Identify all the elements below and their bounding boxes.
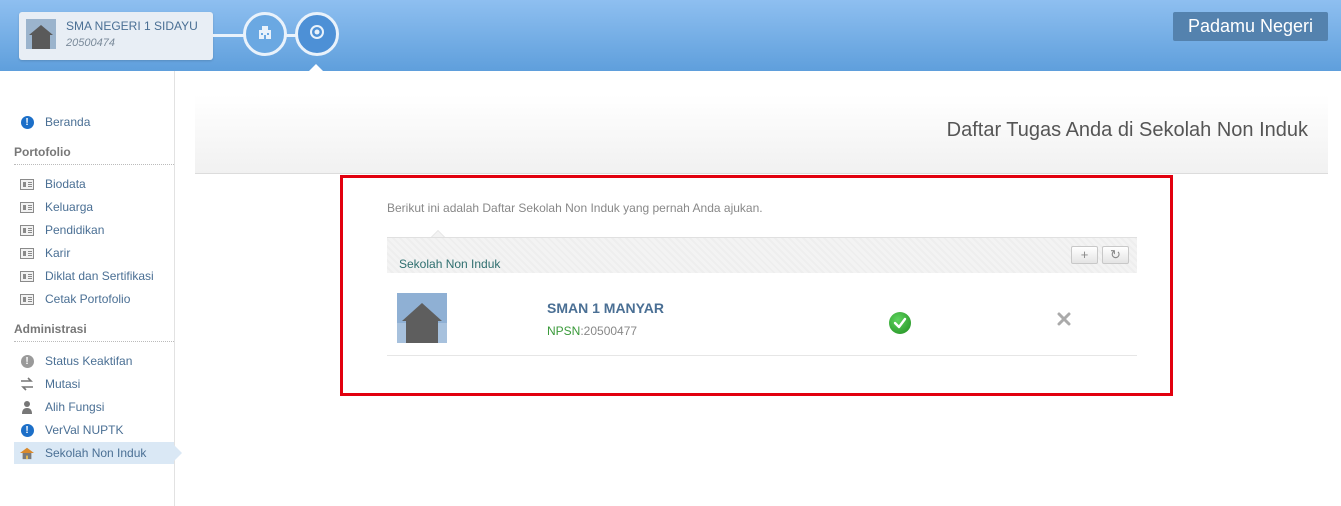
npsn-text: NPSN:20500477 (547, 324, 637, 338)
school-name: SMA NEGERI 1 SIDAYU (66, 19, 198, 33)
school-card[interactable]: SMA NEGERI 1 SIDAYU 20500474 (19, 12, 213, 60)
sidebar-item-label: Karir (45, 246, 71, 260)
list-toolbar: Sekolah Non Induk + ↻ (387, 237, 1137, 273)
sidebar-item-label: Beranda (45, 115, 91, 129)
sidebar-item-label: VerVal NUPTK (45, 423, 124, 437)
sidebar-item-diklat[interactable]: Diklat dan Sertifikasi (14, 265, 174, 287)
sidebar-item-status-keaktifan[interactable]: ! Status Keaktifan (14, 350, 174, 372)
sidebar-item-label: Diklat dan Sertifikasi (45, 269, 154, 283)
section-title-portofolio: Portofolio (14, 145, 174, 165)
school-house-icon (20, 446, 34, 460)
refresh-button[interactable]: ↻ (1102, 246, 1129, 264)
school-photo (397, 293, 447, 343)
step-emblem-button[interactable] (295, 12, 339, 56)
top-header: SMA NEGERI 1 SIDAYU 20500474 Padamu Nege… (0, 0, 1341, 72)
brand-logo[interactable]: Padamu Negeri (1173, 12, 1328, 41)
sidebar-item-keluarga[interactable]: Keluarga (14, 196, 174, 218)
id-card-icon (20, 223, 34, 237)
id-card-icon (20, 269, 34, 283)
intro-text: Berikut ini adalah Daftar Sekolah Non In… (387, 201, 763, 215)
school-name-link[interactable]: SMAN 1 MANYAR (547, 300, 664, 316)
section-title-administrasi: Administrasi (14, 322, 174, 342)
approved-check-icon (889, 312, 911, 334)
sidebar-item-alih-fungsi[interactable]: Alih Fungsi (14, 396, 174, 418)
info-icon: ! (20, 423, 34, 437)
close-icon (1057, 310, 1071, 330)
step-connector (213, 34, 245, 37)
delete-button[interactable] (1057, 310, 1071, 331)
transfer-icon (20, 377, 34, 391)
id-card-icon (20, 200, 34, 214)
id-card-icon (20, 292, 34, 306)
add-button[interactable]: + (1071, 246, 1098, 264)
school-code: 20500474 (66, 37, 115, 49)
sidebar-item-pendidikan[interactable]: Pendidikan (14, 219, 174, 241)
sidebar-item-label: Biodata (45, 177, 86, 191)
building-icon (257, 24, 273, 45)
sidebar-item-mutasi[interactable]: Mutasi (14, 373, 174, 395)
sidebar-item-label: Alih Fungsi (45, 400, 105, 414)
npsn-value: :20500477 (580, 324, 638, 338)
sidebar-item-label: Pendidikan (45, 223, 105, 237)
list-title: Sekolah Non Induk (399, 257, 501, 271)
person-icon (20, 400, 34, 414)
emblem-icon (309, 24, 325, 45)
id-card-icon (20, 246, 34, 260)
sidebar-item-biodata[interactable]: Biodata (14, 173, 174, 195)
sidebar-item-cetak-portofolio[interactable]: Cetak Portofolio (14, 288, 174, 310)
page-title: Daftar Tugas Anda di Sekolah Non Induk (946, 119, 1308, 141)
list-item: SMAN 1 MANYAR NPSN:20500477 (387, 273, 1137, 356)
sidebar-item-beranda[interactable]: ! Beranda (14, 111, 174, 133)
info-grey-icon: ! (20, 354, 34, 368)
sidebar-item-sekolah-non-induk[interactable]: Sekolah Non Induk (14, 442, 182, 464)
step-school-button[interactable] (243, 12, 287, 56)
school-photo (26, 19, 56, 49)
sidebar-item-label: Keluarga (45, 200, 94, 214)
npsn-label: NPSN (547, 324, 581, 338)
sidebar-item-karir[interactable]: Karir (14, 242, 174, 264)
sidebar-item-label: Sekolah Non Induk (45, 446, 147, 460)
sidebar-item-label: Cetak Portofolio (45, 292, 131, 306)
step-pointer (308, 64, 324, 72)
id-card-icon (20, 177, 34, 191)
info-icon: ! (20, 115, 34, 129)
sidebar-item-verval-nuptk[interactable]: ! VerVal NUPTK (14, 419, 174, 441)
page-header: Daftar Tugas Anda di Sekolah Non Induk (195, 95, 1328, 174)
sidebar-item-label: Status Keaktifan (45, 354, 133, 368)
sidebar-item-label: Mutasi (45, 377, 81, 391)
